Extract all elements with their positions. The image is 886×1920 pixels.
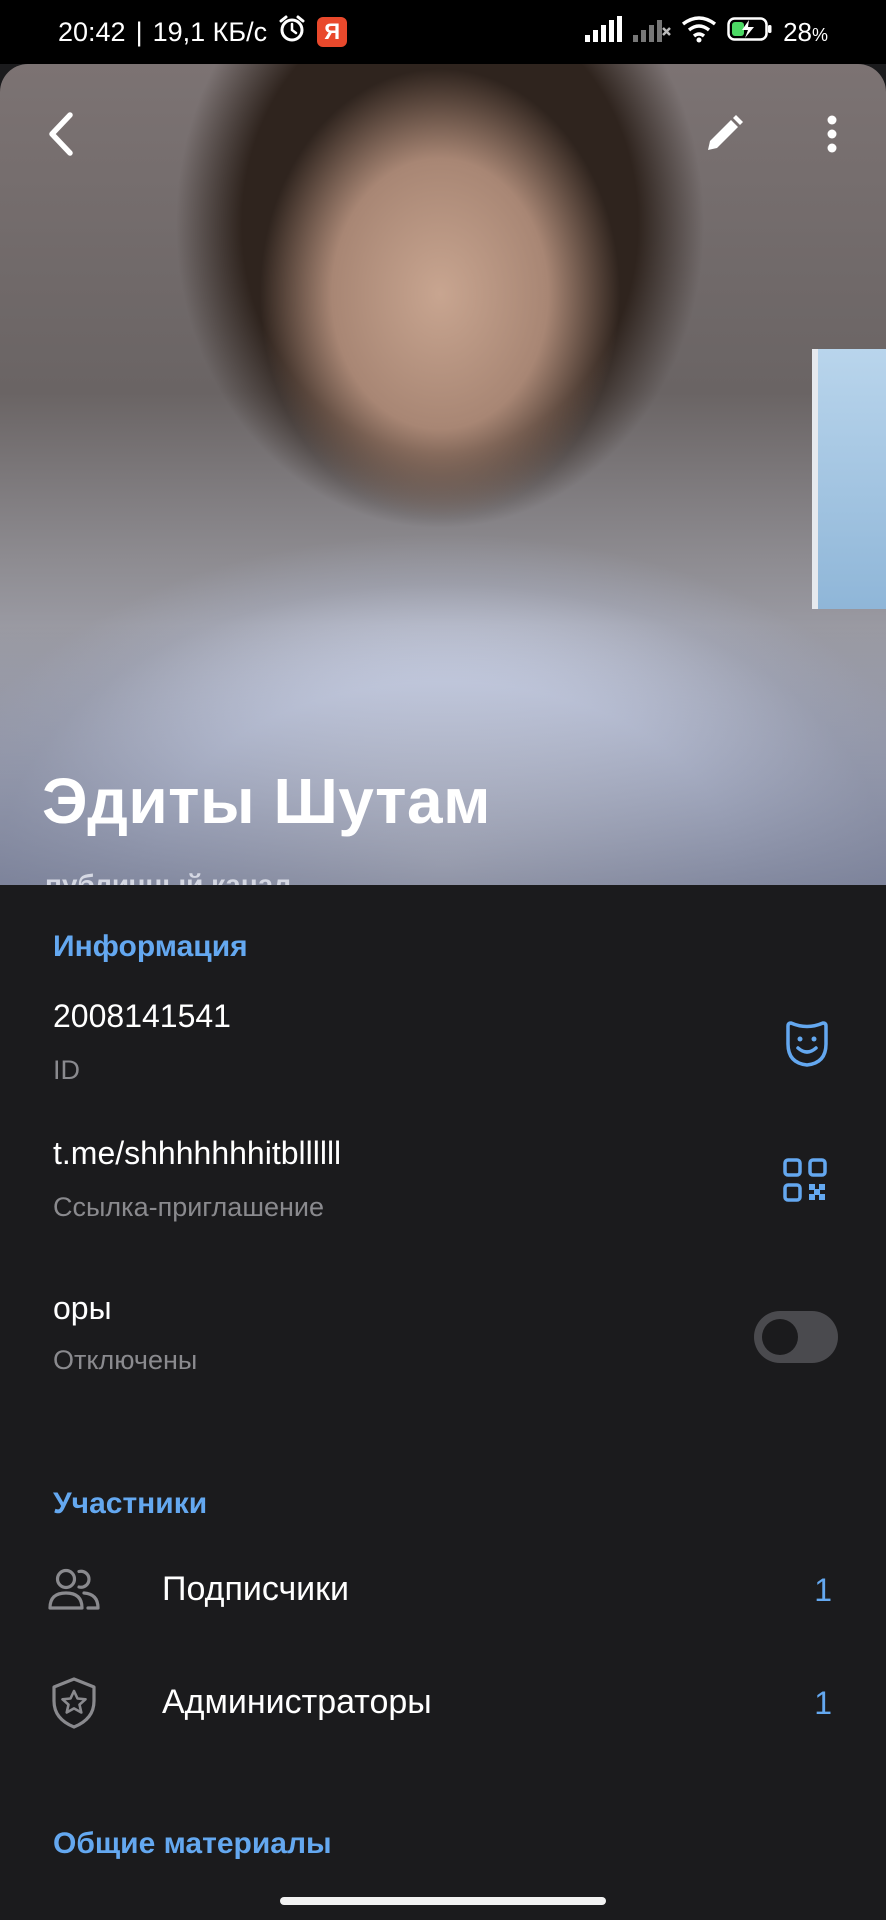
alarm-icon (277, 14, 307, 51)
emoji-face-icon[interactable] (782, 1018, 832, 1068)
background-monitor (812, 349, 886, 609)
status-right: 28% (585, 15, 828, 50)
shared-media-section-header: Общие материалы (53, 1827, 332, 1860)
back-button[interactable] (30, 104, 94, 168)
status-time: 20:42 (58, 16, 126, 47)
screen: 20:42 | 19,1 КБ/с Я 28% Эдиты Шутам публ… (0, 0, 886, 1920)
more-vertical-icon (826, 114, 838, 159)
signatures-title: оры (53, 1290, 112, 1326)
status-left: 20:42 | 19,1 КБ/с Я (58, 14, 348, 51)
battery-text: 28% (783, 17, 828, 48)
invite-link-row[interactable]: t.me/shhhhhhhitbllllll Ссылка-приглашени… (0, 1135, 886, 1245)
profile-header: Эдиты Шутам публичный канал (0, 64, 886, 885)
battery-unit: % (811, 24, 828, 45)
channel-title: Эдиты Шутам (42, 765, 491, 837)
subscribers-count: 1 (814, 1572, 832, 1608)
signatures-toggle[interactable] (754, 1311, 838, 1363)
members-section-header: Участники (53, 1487, 208, 1520)
more-options-button[interactable] (800, 104, 864, 168)
signatures-status: Отключены (53, 1345, 198, 1375)
status-separator: | (135, 16, 143, 47)
id-row[interactable]: 2008141541 ID (0, 998, 886, 1108)
qr-code-icon[interactable] (782, 1157, 832, 1207)
users-icon (46, 1564, 102, 1616)
channel-subtitle: публичный канал (45, 869, 292, 885)
administrators-row[interactable]: Администраторы 1 (0, 1653, 886, 1753)
signal-empty-icon (633, 16, 671, 49)
subscribers-label: Подписчики (162, 1570, 350, 1608)
administrators-count: 1 (814, 1685, 832, 1721)
toggle-knob (762, 1319, 798, 1355)
channel-id-value: 2008141541 (53, 998, 231, 1034)
battery-percent: 28 (783, 16, 812, 47)
invite-link-value: t.me/shhhhhhhitbllllll (53, 1135, 342, 1171)
yandex-badge: Я (317, 17, 348, 47)
info-section-header: Информация (53, 930, 248, 963)
invite-link-label: Ссылка-приглашение (53, 1192, 325, 1222)
signatures-row[interactable]: оры Отключены (0, 1290, 886, 1400)
back-arrow-icon (44, 111, 80, 162)
edit-button[interactable] (692, 104, 756, 168)
signal-icon (585, 15, 623, 49)
edit-pencil-icon (704, 114, 744, 159)
status-bar: 20:42 | 19,1 КБ/с Я 28% (0, 0, 886, 64)
channel-id-label: ID (53, 1055, 80, 1085)
battery-charging-icon (727, 16, 773, 49)
wifi-icon (681, 15, 717, 50)
shield-star-icon (46, 1677, 102, 1729)
status-network-speed: 19,1 КБ/с (152, 16, 268, 47)
subscribers-row[interactable]: Подписчики 1 (0, 1540, 886, 1640)
administrators-label: Администраторы (162, 1683, 432, 1721)
home-indicator[interactable] (280, 1897, 606, 1905)
